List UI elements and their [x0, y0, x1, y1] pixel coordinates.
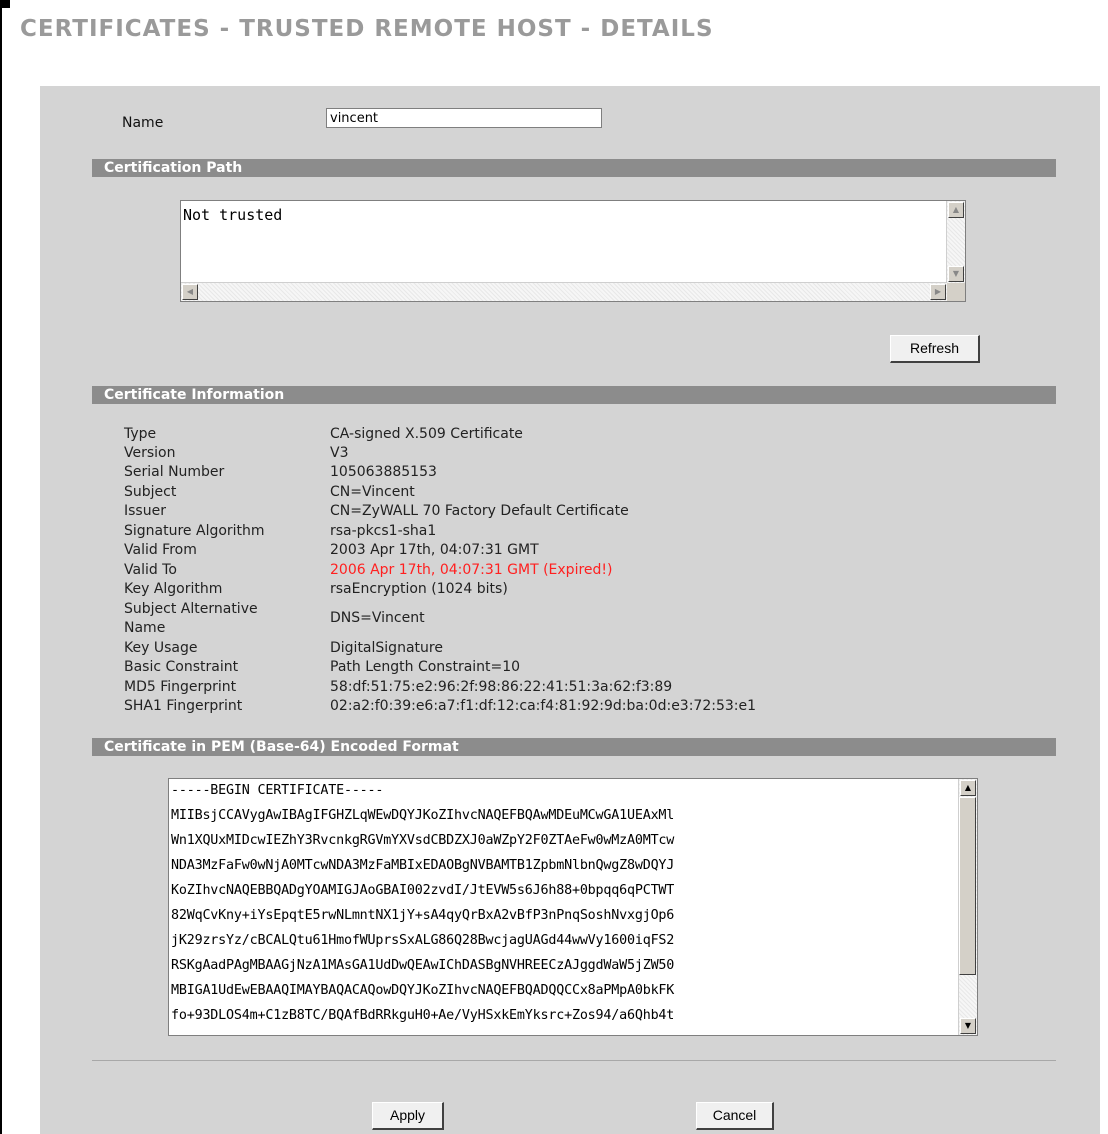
info-label-serial-number: Serial Number: [124, 464, 225, 480]
pem-vertical-scrollbar[interactable]: ▲ ▼: [958, 779, 977, 1035]
scroll-up-arrow-icon[interactable]: ▲: [948, 202, 964, 218]
apply-button[interactable]: Apply: [372, 1102, 444, 1130]
pem-line: MBIGA1UdEwEBAAQIMAYBAQACAQowDQYJKoZIhvcN…: [171, 983, 675, 998]
info-value-valid-to-expired: 2006 Apr 17th, 04:07:31 GMT (Expired!): [330, 562, 613, 578]
pem-line: RSKgAadPAgMBAAGjNzA1MAsGA1UdDwQEAwIChDAS…: [171, 958, 675, 973]
pem-line: KoZIhvcNAQEBBQADgYOAMIGJAoGBAI002zvdI/Jt…: [171, 883, 675, 898]
certification-path-horizontal-scrollbar[interactable]: ◀ ▶: [181, 282, 947, 301]
info-label-subject-alternative-name-line1: Subject Alternative: [124, 601, 258, 617]
cancel-button[interactable]: Cancel: [696, 1102, 774, 1130]
pem-format-header: Certificate in PEM (Base-64) Encoded For…: [92, 738, 1056, 756]
footer-divider: [92, 1060, 1056, 1061]
info-label-valid-from: Valid From: [124, 542, 197, 558]
details-panel: Name Certification Path Not trusted ▲ ▼ …: [40, 86, 1100, 1134]
info-label-md5-fingerprint: MD5 Fingerprint: [124, 679, 237, 695]
info-label-key-usage: Key Usage: [124, 640, 198, 656]
info-value-serial-number: 105063885153: [330, 464, 437, 480]
info-label-signature-algorithm: Signature Algorithm: [124, 523, 265, 539]
info-label-issuer: Issuer: [124, 503, 166, 519]
info-value-signature-algorithm: rsa-pkcs1-sha1: [330, 523, 437, 539]
pem-certificate-textarea[interactable]: -----BEGIN CERTIFICATE----- MIIBsjCCAVyg…: [168, 778, 978, 1036]
window-corner-mark: [0, 0, 10, 8]
info-value-basic-constraint: Path Length Constraint=10: [330, 659, 521, 675]
info-value-subject: CN=Vincent: [330, 484, 415, 500]
info-value-subject-alternative-name: DNS=Vincent: [330, 610, 425, 626]
info-label-sha1-fingerprint: SHA1 Fingerprint: [124, 698, 243, 714]
certification-path-header: Certification Path: [92, 159, 1056, 177]
certification-path-text: Not trusted: [183, 206, 283, 224]
info-value-valid-from: 2003 Apr 17th, 04:07:31 GMT: [330, 542, 539, 558]
name-input[interactable]: [326, 108, 602, 128]
scroll-left-arrow-icon[interactable]: ◀: [182, 284, 198, 300]
pem-line: -----BEGIN CERTIFICATE-----: [171, 783, 384, 798]
certification-path-vertical-scrollbar[interactable]: ▲ ▼: [946, 201, 965, 283]
pem-line: NDA3MzFaFw0wNjA0MTcwNDA3MzFaMBIxEDAOBgNV…: [171, 858, 675, 873]
info-value-key-usage: DigitalSignature: [330, 640, 443, 656]
pem-line: MIIBsjCCAVygAwIBAgIFGHZLqWEwDQYJKoZIhvcN…: [171, 808, 675, 823]
scroll-up-arrow-icon[interactable]: ▲: [960, 780, 976, 796]
scrollbar-thumb[interactable]: [959, 797, 976, 975]
info-label-type: Type: [124, 426, 157, 442]
info-label-key-algorithm: Key Algorithm: [124, 581, 223, 597]
info-label-valid-to: Valid To: [124, 562, 177, 578]
certification-path-textarea[interactable]: Not trusted ▲ ▼ ◀ ▶: [180, 200, 966, 302]
page-title: CERTIFICATES - TRUSTED REMOTE HOST - DET…: [20, 16, 714, 42]
pem-line: Wn1XQUxMIDcwIEZhY3RvcnkgRGVmYXVsdCBDZXJ0…: [171, 833, 675, 848]
scrollbar-corner: [947, 283, 965, 301]
scroll-down-arrow-icon[interactable]: ▼: [960, 1018, 976, 1034]
info-value-version: V3: [330, 445, 349, 461]
info-label-version: Version: [124, 445, 176, 461]
pem-line: fo+93DLOS4m+C1zB8TC/BQAfBdRRkguH0+Ae/VyH…: [171, 1008, 675, 1023]
certificate-information-header: Certificate Information: [92, 386, 1056, 404]
refresh-button[interactable]: Refresh: [890, 335, 980, 363]
info-value-key-algorithm: rsaEncryption (1024 bits): [330, 581, 508, 597]
scroll-down-arrow-icon[interactable]: ▼: [948, 266, 964, 282]
pem-line: jK29zrsYz/cBCALQtu61HmofWUprsSxALG86Q28B…: [171, 933, 675, 948]
info-value-type: CA-signed X.509 Certificate: [330, 426, 523, 442]
info-value-sha1-fingerprint: 02:a2:f0:39:e6:a7:f1:df:12:ca:f4:81:92:9…: [330, 698, 757, 714]
info-label-basic-constraint: Basic Constraint: [124, 659, 239, 675]
info-value-md5-fingerprint: 58:df:51:75:e2:96:2f:98:86:22:41:51:3a:6…: [330, 679, 673, 695]
pem-line: 82WqCvKny+iYsEpqtE5rwNLmntNX1jY+sA4qyQrB…: [171, 908, 675, 923]
window-left-border: [0, 0, 2, 1134]
info-label-subject: Subject: [124, 484, 177, 500]
info-value-issuer: CN=ZyWALL 70 Factory Default Certificate: [330, 503, 629, 519]
name-label: Name: [122, 115, 164, 131]
scroll-right-arrow-icon[interactable]: ▶: [930, 284, 946, 300]
info-label-subject-alternative-name-line2: Name: [124, 620, 166, 636]
